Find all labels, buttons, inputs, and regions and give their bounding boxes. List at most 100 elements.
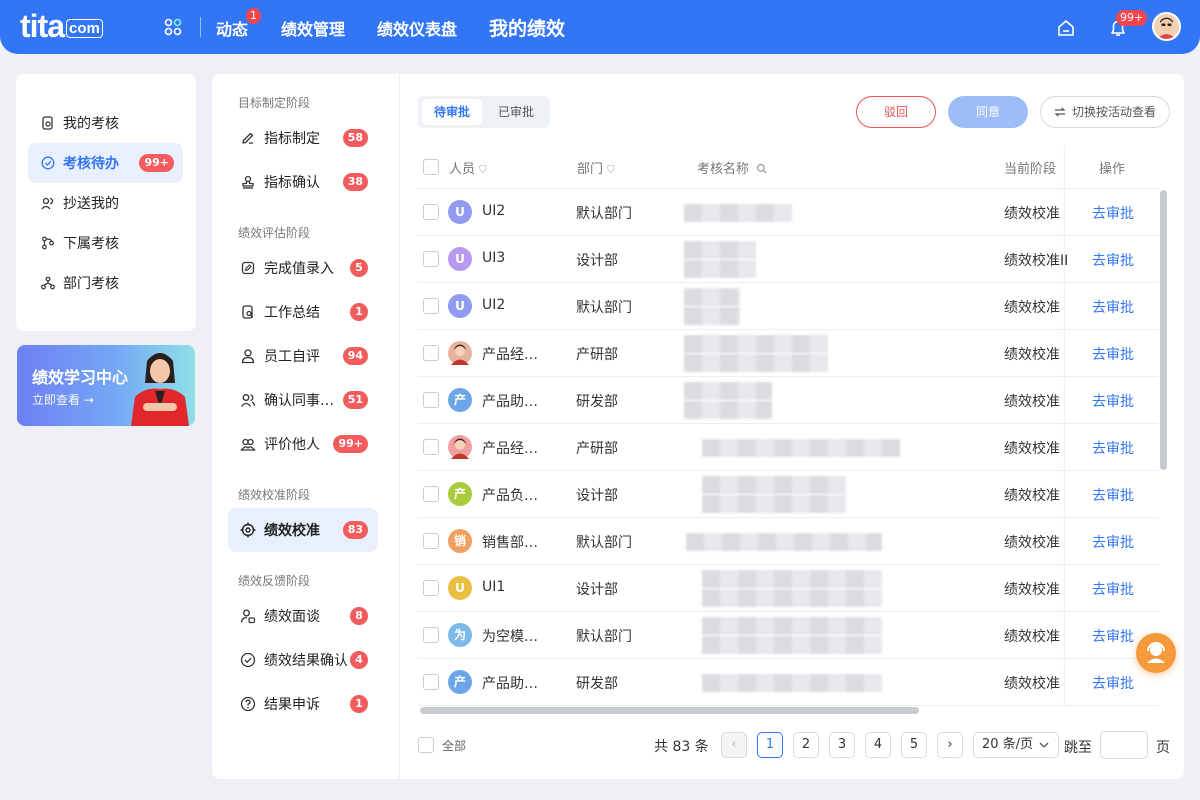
filter-icon[interactable]: ⛉	[479, 165, 487, 176]
go-approve-link[interactable]: 去审批	[1092, 438, 1134, 458]
prev-page-button[interactable]: ‹	[721, 732, 747, 758]
row-checkbox[interactable]	[423, 627, 439, 643]
stage-title-evaluation: 绩效评估阶段	[238, 226, 311, 240]
go-approve-link[interactable]: 去审批	[1092, 626, 1134, 646]
go-approve-link[interactable]: 去审批	[1092, 203, 1134, 223]
customer-service-button[interactable]	[1136, 633, 1176, 673]
table-row[interactable]: 为 为空模… 默认部门 绩效校准 去审批	[418, 612, 1158, 659]
stage-result-appeal[interactable]: 结果申诉 1	[228, 682, 378, 726]
row-checkbox[interactable]	[423, 251, 439, 267]
stage-result-confirm[interactable]: 绩效结果确认 4	[228, 638, 378, 682]
stage-badge: 5	[350, 259, 368, 277]
horizontal-scrollbar[interactable]	[420, 707, 919, 714]
nav-my-performance[interactable]: 我的绩效	[489, 14, 565, 41]
table-row[interactable]: 产 产品助… 研发部 绩效校准 去审批	[418, 377, 1158, 424]
stage-self-evaluation[interactable]: 员工自评 94	[228, 334, 378, 378]
table-row[interactable]: U UI2 默认部门 绩效校准 去审批	[418, 189, 1158, 236]
table-row[interactable]: 产品经… 产研部 绩效校准 去审批	[418, 424, 1158, 471]
table-row[interactable]: U UI1 设计部 绩效校准 去审批	[418, 565, 1158, 612]
current-stage: 绩效校准	[1004, 629, 1060, 645]
approve-button[interactable]: 同意	[948, 96, 1028, 128]
stage-label: 完成值录入	[264, 261, 334, 277]
learning-link[interactable]: 立即查看 →	[32, 391, 94, 408]
go-approve-link[interactable]: 去审批	[1092, 297, 1134, 317]
stage-value-entry[interactable]: 完成值录入 5	[228, 246, 378, 290]
go-approve-link[interactable]: 去审批	[1092, 579, 1134, 599]
stage-calibration[interactable]: 绩效校准 83	[228, 508, 378, 552]
row-checkbox[interactable]	[423, 204, 439, 220]
department: 产研部	[576, 441, 618, 457]
user-avatar-icon	[1157, 17, 1176, 39]
row-checkbox[interactable]	[423, 345, 439, 361]
menu-department-review[interactable]: 部门考核	[28, 263, 183, 303]
person-photo-icon	[451, 344, 469, 365]
stage-label: 结果申诉	[264, 697, 320, 713]
header-review-name[interactable]: 考核名称	[697, 158, 767, 177]
person-avatar: 产	[448, 670, 472, 694]
nav-performance-dashboard[interactable]: 绩效仪表盘	[377, 16, 457, 40]
page-size-select[interactable]: 20 条/页	[973, 732, 1059, 758]
table-row[interactable]: 销 销售部… 默认部门 绩效校准 去审批	[418, 518, 1158, 565]
header-person[interactable]: 人员 ⛉	[449, 158, 487, 177]
stage-label: 员工自评	[264, 349, 320, 365]
go-approve-link[interactable]: 去审批	[1092, 485, 1134, 505]
stage-work-summary[interactable]: 工作总结 1	[228, 290, 378, 334]
header-department[interactable]: 部门 ⛉	[577, 158, 615, 177]
stage-label: 指标制定	[264, 131, 320, 147]
row-checkbox[interactable]	[423, 298, 439, 314]
header-checkbox[interactable]	[423, 159, 439, 175]
vertical-scrollbar[interactable]	[1160, 190, 1167, 470]
select-all-checkbox[interactable]	[418, 737, 434, 753]
home-icon[interactable]	[1055, 17, 1077, 39]
menu-label: 下属考核	[63, 236, 119, 252]
person-avatar: U	[448, 200, 472, 224]
stage-indicator-setting[interactable]: 指标制定 58	[228, 116, 378, 160]
switch-view-button[interactable]: 切换按活动查看	[1040, 96, 1170, 128]
row-checkbox[interactable]	[423, 533, 439, 549]
page-4[interactable]: 4	[865, 732, 891, 758]
row-checkbox[interactable]	[423, 674, 439, 690]
stage-evaluate-others[interactable]: 评价他人 99+	[228, 422, 378, 466]
menu-my-review[interactable]: 我的考核	[28, 103, 183, 143]
table-row[interactable]: 产品经… 产研部 绩效校准 去审批	[418, 330, 1158, 377]
menu-subordinate-review[interactable]: 下属考核	[28, 223, 183, 263]
go-approve-link[interactable]: 去审批	[1092, 250, 1134, 270]
nav-performance-management[interactable]: 绩效管理	[281, 16, 345, 40]
user-avatar[interactable]	[1152, 12, 1181, 41]
stage-indicator-confirm[interactable]: 指标确认 38	[228, 160, 378, 204]
jump-page-input[interactable]	[1100, 731, 1148, 759]
reject-button[interactable]: 驳回	[856, 96, 936, 128]
row-checkbox[interactable]	[423, 439, 439, 455]
go-approve-link[interactable]: 去审批	[1092, 391, 1134, 411]
table-row[interactable]: U UI3 设计部 绩效校准II 去审批	[418, 236, 1158, 283]
go-approve-link[interactable]: 去审批	[1092, 532, 1134, 552]
approval-tabs: 待审批 已审批	[418, 96, 550, 128]
page-1[interactable]: 1	[757, 732, 783, 758]
filter-icon[interactable]: ⛉	[607, 165, 615, 176]
person-avatar: U	[448, 576, 472, 600]
menu-review-todo[interactable]: 考核待办 99+	[28, 143, 183, 183]
search-icon[interactable]	[756, 163, 767, 174]
page-3[interactable]: 3	[829, 732, 855, 758]
table-row[interactable]: 产 产品助… 研发部 绩效校准 去审批	[418, 659, 1158, 706]
row-checkbox[interactable]	[423, 580, 439, 596]
page-2[interactable]: 2	[793, 732, 819, 758]
menu-cc-me[interactable]: 抄送我的	[28, 183, 183, 223]
go-approve-link[interactable]: 去审批	[1092, 344, 1134, 364]
tita-logo[interactable]: tita com	[20, 8, 103, 45]
go-approve-link[interactable]: 去审批	[1092, 673, 1134, 693]
table-row[interactable]: U UI2 默认部门 绩效校准 去审批	[418, 283, 1158, 330]
next-page-button[interactable]: ›	[937, 732, 963, 758]
apps-grid-icon[interactable]	[164, 18, 182, 36]
tab-approved[interactable]: 已审批	[486, 99, 546, 125]
stage-label: 绩效校准	[264, 523, 320, 539]
nav-dynamic[interactable]: 动态	[216, 16, 248, 40]
row-checkbox[interactable]	[423, 392, 439, 408]
table-row[interactable]: 产 产品负… 设计部 绩效校准 去审批	[418, 471, 1158, 518]
stage-confirm-colleague[interactable]: 确认同事… 51	[228, 378, 378, 422]
row-checkbox[interactable]	[423, 486, 439, 502]
tab-pending[interactable]: 待审批	[422, 99, 482, 125]
page-5[interactable]: 5	[901, 732, 927, 758]
stage-interview[interactable]: 绩效面谈 8	[228, 594, 378, 638]
learning-center-card[interactable]: 绩效学习中心 立即查看 →	[17, 345, 195, 426]
